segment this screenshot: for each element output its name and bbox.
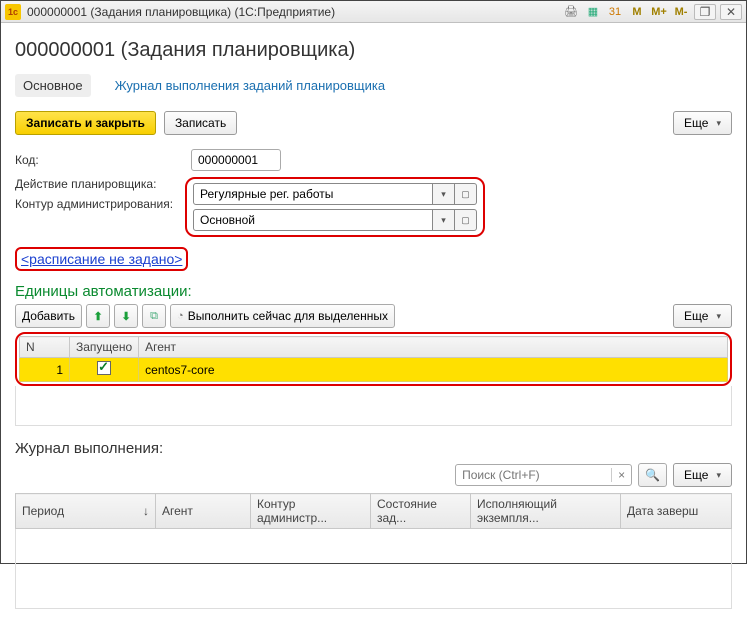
action-label: Действие планировщика: xyxy=(15,177,185,191)
col-agent[interactable]: Агент xyxy=(139,337,728,358)
col-n[interactable]: N xyxy=(20,337,70,358)
tab-main[interactable]: Основное xyxy=(15,74,91,97)
action-open-icon[interactable]: ▢ xyxy=(455,183,477,205)
arrow-up-icon: ⬆ xyxy=(93,310,102,323)
checkbox-checked-icon[interactable] xyxy=(97,361,111,375)
units-grid-frame: N Запущено Агент 1 centos7-core xyxy=(15,332,732,386)
col-started[interactable]: Запущено xyxy=(70,337,139,358)
run-now-label: Выполнить сейчас для выделенных xyxy=(188,309,388,323)
code-input[interactable] xyxy=(191,149,281,171)
log-section-header: Журнал выполнения: xyxy=(15,440,732,457)
move-up-button[interactable]: ⬆ xyxy=(86,304,110,328)
log-table: Период ↓ Агент Контур администр... Состо… xyxy=(15,493,732,529)
magnifier-icon: 🔍 xyxy=(645,468,660,482)
log-col-period[interactable]: Период ↓ xyxy=(16,494,156,529)
units-table: N Запущено Агент 1 centos7-core xyxy=(19,336,728,382)
save-and-close-button[interactable]: Записать и закрыть xyxy=(15,111,156,135)
contour-open-icon[interactable]: ▢ xyxy=(455,209,477,231)
log-col-finished[interactable]: Дата заверш xyxy=(621,494,732,529)
code-label: Код: xyxy=(15,153,185,167)
log-col-contour[interactable]: Контур администр... xyxy=(251,494,371,529)
more-button-units[interactable]: Еще xyxy=(673,304,732,328)
contour-label: Контур администрирования: xyxy=(15,197,185,211)
log-grid-empty-area xyxy=(15,529,732,609)
more-button-log[interactable]: Еще xyxy=(673,463,732,487)
move-down-button[interactable]: ⬇ xyxy=(114,304,138,328)
log-col-agent[interactable]: Агент xyxy=(156,494,251,529)
table-row[interactable]: 1 centos7-core xyxy=(20,358,728,382)
window-close-button[interactable]: ✕ xyxy=(720,4,742,20)
copy-icon: ⧉ xyxy=(150,310,158,323)
clear-search-icon[interactable]: × xyxy=(611,468,631,482)
arrow-down-icon: ⬇ xyxy=(121,310,130,323)
contour-dropdown-icon[interactable]: ▾ xyxy=(433,209,455,231)
action-dropdown-icon[interactable]: ▾ xyxy=(433,183,455,205)
window-restore-button[interactable]: ❐ xyxy=(694,4,716,20)
print-icon[interactable]: 🖨 xyxy=(562,3,580,21)
clock-icon: ◔ xyxy=(177,310,184,322)
tab-bar: Основное Журнал выполнения заданий плани… xyxy=(15,74,732,97)
cell-agent: centos7-core xyxy=(139,358,728,382)
log-col-executor[interactable]: Исполняющий экземпля... xyxy=(471,494,621,529)
calculator-icon[interactable]: ▦ xyxy=(584,3,602,21)
run-now-button[interactable]: ◔ Выполнить сейчас для выделенных xyxy=(170,304,395,328)
memory-mminus-button[interactable]: M- xyxy=(672,3,690,21)
log-col-state[interactable]: Состояние зад... xyxy=(371,494,471,529)
sort-desc-icon: ↓ xyxy=(143,504,149,518)
memory-m-button[interactable]: M xyxy=(628,3,646,21)
action-combo[interactable]: Регулярные рег. работы xyxy=(193,183,433,205)
search-box[interactable]: × xyxy=(455,464,632,486)
save-button[interactable]: Записать xyxy=(164,111,237,135)
page-title: 000000001 (Задания планировщика) xyxy=(15,39,732,62)
cell-started[interactable] xyxy=(70,358,139,382)
units-grid-empty-area xyxy=(15,386,732,426)
window-titlebar: 1c 000000001 (Задания планировщика) (1С:… xyxy=(1,1,746,23)
search-options-button[interactable]: 🔍 xyxy=(638,463,667,487)
highlighted-fields-frame: Регулярные рег. работы ▾ ▢ Основной ▾ ▢ xyxy=(185,177,485,237)
search-input[interactable] xyxy=(456,468,611,482)
window-title: 000000001 (Задания планировщика) (1С:Пре… xyxy=(27,5,556,19)
app-logo-icon: 1c xyxy=(5,4,21,20)
contour-combo[interactable]: Основной xyxy=(193,209,433,231)
units-section-header: Единицы автоматизации: xyxy=(15,283,732,300)
more-button-top[interactable]: Еще xyxy=(673,111,732,135)
calendar-icon[interactable]: 31 xyxy=(606,3,624,21)
memory-mplus-button[interactable]: M+ xyxy=(650,3,668,21)
cell-n: 1 xyxy=(20,358,70,382)
schedule-link[interactable]: <расписание не задано> xyxy=(15,247,188,271)
add-button[interactable]: Добавить xyxy=(15,304,82,328)
tab-log-link[interactable]: Журнал выполнения заданий планировщика xyxy=(107,74,394,97)
copy-button[interactable]: ⧉ xyxy=(142,304,166,328)
